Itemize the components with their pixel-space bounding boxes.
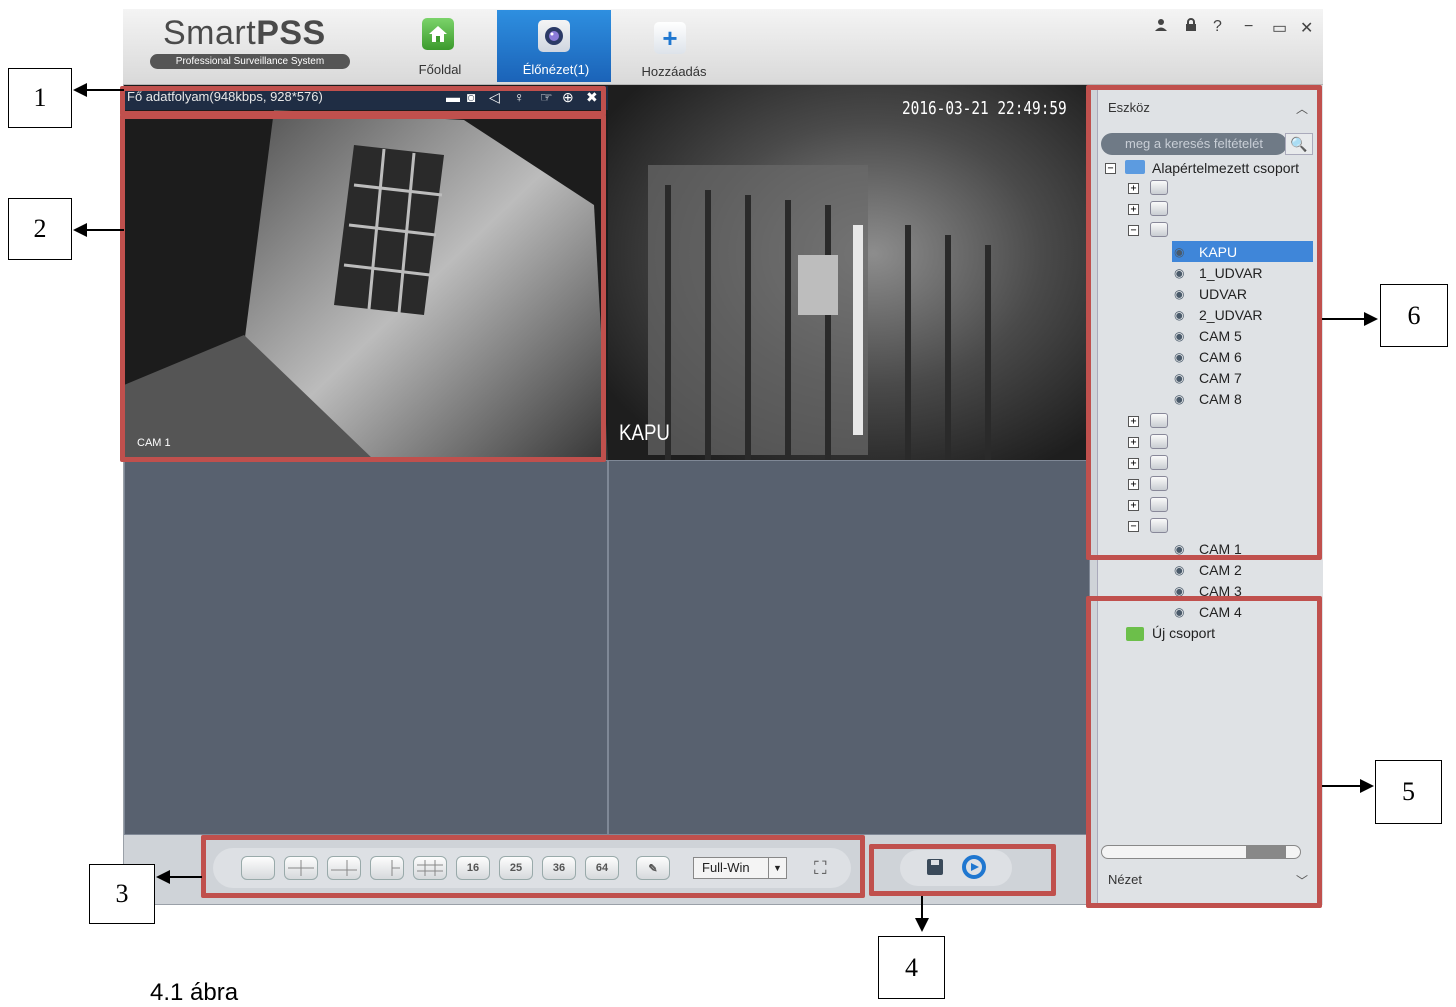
tab-preview[interactable]: Élőnézet(1) — [523, 20, 589, 77]
lock-icon[interactable] — [1184, 18, 1198, 37]
video-pane-4[interactable] — [608, 460, 1090, 835]
arrow-head — [1364, 312, 1378, 326]
plus-icon: + — [654, 22, 686, 54]
video-pane-3[interactable] — [124, 460, 608, 835]
callout-6: 6 — [1380, 284, 1448, 347]
tab-add[interactable]: + Hozzáadás — [640, 22, 707, 79]
video-pane-2[interactable] — [608, 85, 1090, 460]
annotation-box-2 — [120, 114, 606, 462]
camera-lens-icon — [538, 20, 570, 52]
annotation-box-6 — [1086, 85, 1322, 560]
pane2-camera-label: KAPU — [619, 420, 670, 445]
camera-feed-image — [648, 165, 991, 460]
callout-2: 2 — [8, 198, 72, 260]
arrow-line — [1322, 318, 1366, 320]
annotation-box-3 — [201, 835, 865, 898]
app-logo: SmartPSS — [163, 14, 326, 52]
pane2-timestamp: 2016-03-21 22:49:59 — [902, 98, 1067, 119]
arrow-head — [73, 83, 87, 97]
tab-preview-label: Élőnézet(1) — [522, 62, 590, 77]
close-icon[interactable]: ✕ — [1300, 18, 1313, 38]
annotation-box-4 — [869, 844, 1056, 896]
camera-icon: ◉ — [1174, 563, 1185, 577]
arrow-head — [156, 870, 170, 884]
arrow-head — [73, 223, 87, 237]
arrow-head — [1360, 779, 1374, 793]
annotation-box-1 — [120, 86, 606, 116]
home-icon — [422, 18, 454, 50]
arrow-head — [915, 918, 929, 932]
logo-subtitle: Professional Surveillance System — [150, 54, 350, 69]
maximize-icon[interactable]: ▭ — [1272, 18, 1287, 38]
arrow-line — [921, 896, 923, 920]
arrow-line — [86, 89, 124, 91]
user-icon[interactable] — [1154, 18, 1168, 37]
tree-item-camera[interactable]: CAM 2 — [1199, 562, 1242, 578]
annotation-box-5 — [1086, 596, 1322, 908]
callout-4: 4 — [878, 936, 945, 999]
tab-home[interactable]: Főoldal — [410, 18, 470, 77]
help-icon[interactable]: ? — [1213, 18, 1222, 36]
callout-5: 5 — [1375, 760, 1442, 824]
tab-add-label: Hozzáadás — [641, 64, 707, 79]
callout-3: 3 — [89, 864, 155, 924]
minimize-icon[interactable]: − — [1244, 18, 1253, 36]
tab-home-label: Főoldal — [418, 62, 462, 77]
callout-1: 1 — [8, 68, 72, 128]
figure-caption: 4.1 ábra — [150, 979, 239, 1006]
arrow-line — [1322, 785, 1362, 787]
arrow-line — [170, 876, 202, 878]
arrow-line — [86, 229, 124, 231]
